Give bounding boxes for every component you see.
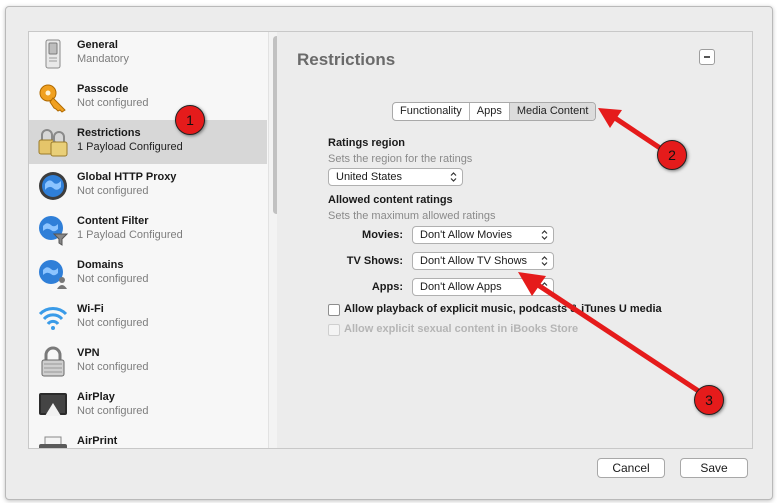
- printer-icon: [37, 434, 69, 448]
- ratings-region-hint: Sets the region for the ratings: [328, 153, 473, 165]
- sidebar-item-title: General: [77, 39, 118, 51]
- sidebar-item-vpn[interactable]: VPN Not configured: [29, 340, 267, 384]
- sidebar-item-title: VPN: [77, 347, 100, 359]
- sidebar-item-title: Restrictions: [77, 127, 141, 139]
- ratings-region-label: Ratings region: [328, 137, 406, 149]
- explicit-media-label: Allow playback of explicit music, podcas…: [344, 303, 662, 315]
- padlocks-icon: [37, 126, 69, 158]
- sidebar-item-subtitle: Not configured: [77, 97, 149, 109]
- sidebar-item-title: Content Filter: [77, 215, 149, 227]
- globe-proxy-icon: [37, 170, 69, 202]
- sidebar-item-subtitle: Not configured: [77, 317, 149, 329]
- sidebar-item-title: AirPlay: [77, 391, 115, 403]
- allowed-ratings-label: Allowed content ratings: [328, 194, 453, 206]
- sidebar-item-subtitle: Not configured: [77, 185, 149, 197]
- explicit-ibooks-label: Allow explicit sexual content in iBooks …: [344, 323, 579, 335]
- allowed-ratings-hint: Sets the maximum allowed ratings: [328, 210, 496, 222]
- tab-apps[interactable]: Apps: [470, 103, 510, 120]
- apps-label: Apps:: [371, 281, 403, 293]
- panel-title: Restrictions: [297, 50, 396, 69]
- collapse-button[interactable]: [699, 49, 715, 65]
- sidebar-item-passcode[interactable]: Passcode Not configured: [29, 76, 267, 120]
- sidebar-item-subtitle: Mandatory: [77, 53, 129, 65]
- sidebar-item-subtitle: Not configured: [77, 361, 149, 373]
- movies-rating-select[interactable]: Don't Allow Movies: [412, 226, 554, 244]
- explicit-media-checkbox[interactable]: [328, 304, 340, 316]
- payload-sidebar: General Mandatory Passcode Not configure…: [28, 31, 283, 449]
- key-icon: [37, 82, 69, 114]
- sidebar-item-subtitle: 1 Payload Configured: [77, 229, 183, 241]
- tv-shows-rating-value: Don't Allow TV Shows: [420, 255, 528, 267]
- globe-person-icon: [37, 258, 69, 290]
- sidebar-item-restrictions[interactable]: Restrictions 1 Payload Configured: [29, 120, 267, 164]
- up-down-chevron-icon: [450, 172, 457, 182]
- up-down-chevron-icon: [541, 282, 548, 292]
- up-down-chevron-icon: [541, 256, 548, 266]
- airplay-icon: [37, 390, 69, 422]
- sidebar-item-airprint[interactable]: AirPrint: [29, 428, 267, 448]
- profile-window: General Mandatory Passcode Not configure…: [5, 6, 773, 500]
- sidebar-item-title: Passcode: [77, 83, 129, 95]
- globe-filter-icon: [37, 214, 69, 246]
- sidebar-item-wifi[interactable]: Wi-Fi Not configured: [29, 296, 267, 340]
- sidebar-item-general[interactable]: General Mandatory: [29, 32, 267, 76]
- apps-rating-value: Don't Allow Apps: [420, 281, 502, 293]
- explicit-ibooks-checkbox[interactable]: [328, 324, 340, 336]
- sidebar-item-airplay[interactable]: AirPlay Not configured: [29, 384, 267, 428]
- sidebar-item-global-http-proxy[interactable]: Global HTTP Proxy Not configured: [29, 164, 267, 208]
- payload-list: General Mandatory Passcode Not configure…: [29, 32, 267, 448]
- movies-label: Movies:: [362, 229, 403, 241]
- tab-functionality[interactable]: Functionality: [393, 103, 470, 120]
- tab-media-content[interactable]: Media Content: [509, 103, 596, 120]
- sidebar-item-subtitle: Not configured: [77, 405, 149, 417]
- tv-shows-rating-select[interactable]: Don't Allow TV Shows: [412, 252, 554, 270]
- sidebar-item-domains[interactable]: Domains Not configured: [29, 252, 267, 296]
- sidebar-item-subtitle: Not configured: [77, 273, 149, 285]
- ratings-region-select[interactable]: United States: [328, 168, 463, 186]
- tv-shows-label: TV Shows:: [346, 255, 403, 267]
- sidebar-item-subtitle: 1 Payload Configured: [77, 141, 183, 153]
- restrictions-panel: Restrictions Functionality Apps Media Co…: [277, 31, 753, 449]
- movies-rating-value: Don't Allow Movies: [420, 229, 512, 241]
- wifi-icon: [37, 302, 69, 334]
- sidebar-item-content-filter[interactable]: Content Filter 1 Payload Configured: [29, 208, 267, 252]
- general-switch-icon: [37, 38, 69, 70]
- restrictions-tabs: Functionality Apps Media Content: [392, 102, 597, 121]
- ratings-region-value: United States: [336, 171, 403, 183]
- lock-icon: [37, 346, 69, 378]
- sidebar-item-title: Domains: [77, 259, 124, 271]
- save-button[interactable]: Save: [680, 458, 748, 478]
- apps-rating-select[interactable]: Don't Allow Apps: [412, 278, 554, 296]
- up-down-chevron-icon: [541, 230, 548, 240]
- sidebar-item-title: AirPrint: [77, 435, 118, 447]
- cancel-button[interactable]: Cancel: [597, 458, 665, 478]
- sidebar-item-title: Wi-Fi: [77, 303, 104, 315]
- sidebar-item-title: Global HTTP Proxy: [77, 171, 177, 183]
